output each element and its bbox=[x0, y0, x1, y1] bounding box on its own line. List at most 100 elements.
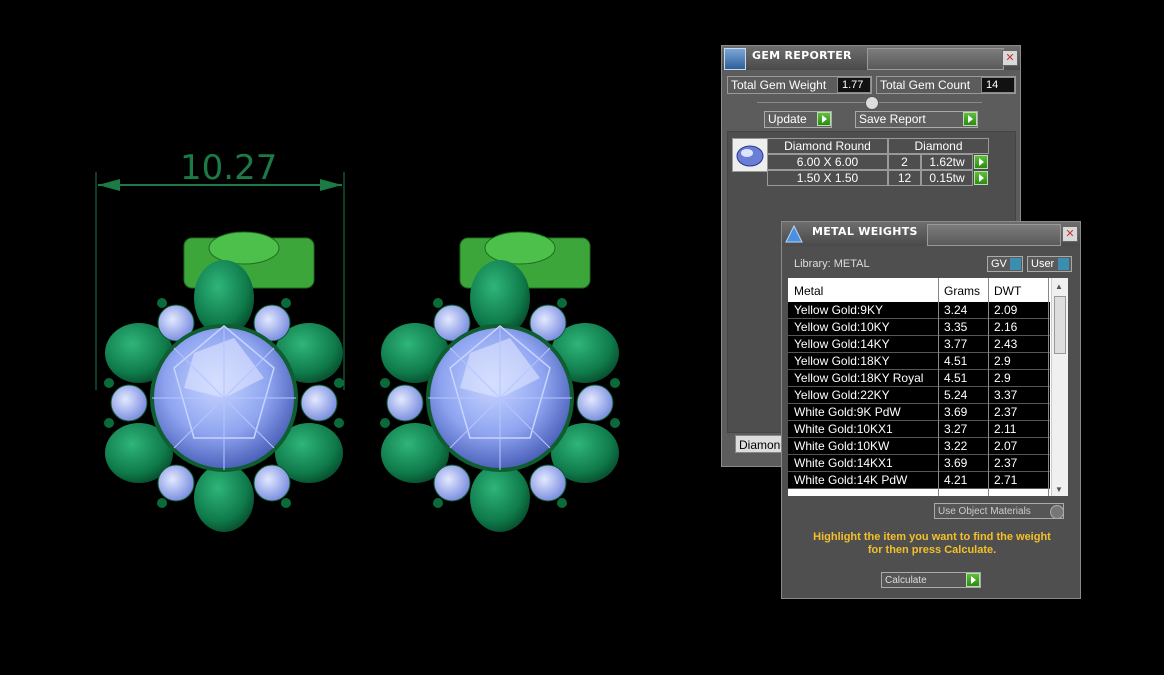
library-label: Library: METAL bbox=[794, 258, 870, 270]
gv-info-icon[interactable] bbox=[1010, 258, 1021, 270]
table-row[interactable]: White Gold:14K PdW 4.21 2.71 bbox=[788, 472, 1050, 489]
slider-handle[interactable] bbox=[865, 96, 879, 110]
left-earring[interactable] bbox=[102, 230, 346, 534]
close-icon[interactable]: ✕ bbox=[1002, 50, 1018, 66]
gem-row-1-size[interactable]: 6.00 X 6.00 bbox=[767, 154, 888, 170]
dimension-label: 10.27 bbox=[180, 148, 278, 188]
table-row[interactable]: White Gold:10KX1 3.27 2.11 bbox=[788, 421, 1050, 438]
table-row[interactable]: White Gold:10KW 3.22 2.07 bbox=[788, 438, 1050, 455]
diamond-icon bbox=[736, 145, 764, 167]
use-object-materials-dropdown[interactable]: Use Object Materials bbox=[934, 503, 1064, 519]
grams-cell: 5.24 bbox=[944, 388, 968, 402]
gem-reporter-titlebar[interactable]: GEM REPORTER ✕ bbox=[722, 46, 1020, 70]
metal-cell: Yellow Gold:10KY bbox=[794, 320, 890, 334]
earring-model-render bbox=[95, 172, 622, 534]
grams-cell: 3.69 bbox=[944, 405, 968, 419]
gem-header-shape: Diamond bbox=[888, 138, 989, 154]
diamond-thumbnail bbox=[732, 138, 768, 172]
metal-table-header: Metal Grams DWT bbox=[788, 278, 1050, 302]
dwt-cell: 2.43 bbox=[994, 337, 1018, 351]
metal-weights-icon bbox=[784, 224, 804, 244]
metal-cell: White Gold:9K PdW bbox=[794, 405, 901, 419]
dwt-cell: 2.16 bbox=[994, 320, 1018, 334]
grams-cell: 3.22 bbox=[944, 439, 968, 453]
grams-cell: 4.21 bbox=[944, 473, 968, 487]
calculate-arrow-icon[interactable] bbox=[966, 573, 980, 587]
metal-cell: Yellow Gold:22KY bbox=[794, 388, 890, 402]
metal-table-scrollbar[interactable]: ▲ ▼ bbox=[1051, 278, 1068, 496]
save-report-label: Save Report bbox=[859, 112, 926, 126]
table-row[interactable]: Yellow Gold:10KY 3.35 2.16 bbox=[788, 319, 1050, 336]
dwt-cell: 2.37 bbox=[994, 405, 1018, 419]
hint-line-1: Highlight the item you want to find the … bbox=[813, 531, 1051, 543]
table-row[interactable]: Yellow Gold:9KY 3.24 2.09 bbox=[788, 302, 1050, 319]
table-row[interactable]: White Gold:9K PdW 3.69 2.37 bbox=[788, 404, 1050, 421]
dwt-cell: 2.37 bbox=[994, 456, 1018, 470]
metal-table: Metal Grams DWT Yellow Gold:9KY 3.24 2.09 Y… bbox=[788, 278, 1068, 496]
save-report-button[interactable]: Save Report bbox=[855, 111, 978, 128]
dwt-cell: 2.07 bbox=[994, 439, 1018, 453]
table-row[interactable]: Yellow Gold:22KY 5.24 3.37 bbox=[788, 387, 1050, 404]
table-row[interactable]: Yellow Gold:14KY 3.77 2.43 bbox=[788, 336, 1050, 353]
hint-line-2: for then press Calculate. bbox=[867, 544, 997, 556]
close-icon[interactable]: ✕ bbox=[1062, 226, 1078, 242]
metal-weights-title: METAL WEIGHTS bbox=[812, 225, 918, 238]
gem-row-1-count: 2 bbox=[888, 154, 921, 170]
scroll-up-icon[interactable]: ▲ bbox=[1055, 282, 1063, 291]
gem-reporter-title: GEM REPORTER bbox=[752, 49, 852, 62]
metal-cell: White Gold:10KW bbox=[794, 439, 890, 453]
grams-cell: 3.35 bbox=[944, 320, 968, 334]
header-grams: Grams bbox=[944, 284, 980, 298]
gem-header-type: Diamond Round bbox=[767, 138, 888, 154]
table-row[interactable]: Yellow Gold:18KY Royal 4.51 2.9 bbox=[788, 370, 1050, 387]
table-row[interactable]: White Gold:14KX1 3.69 2.37 bbox=[788, 455, 1050, 472]
metal-cell: Yellow Gold:14KY bbox=[794, 337, 890, 351]
grams-cell: 4.51 bbox=[944, 371, 968, 385]
settings-icon[interactable] bbox=[1050, 505, 1064, 519]
metal-cell: Yellow Gold:18KY Royal bbox=[794, 371, 924, 385]
scroll-thumb[interactable] bbox=[1054, 296, 1066, 354]
metal-cell: Yellow Gold:18KY bbox=[794, 354, 890, 368]
dwt-cell: 2.11 bbox=[994, 422, 1017, 436]
user-label: User bbox=[1031, 258, 1055, 270]
gem-row-2-count: 12 bbox=[888, 170, 921, 186]
column-divider bbox=[988, 278, 989, 496]
grams-cell: 3.77 bbox=[944, 337, 968, 351]
gem-row-2-size[interactable]: 1.50 X 1.50 bbox=[767, 170, 888, 186]
metal-cell: White Gold:14K PdW bbox=[794, 473, 908, 487]
metal-cell: White Gold:10KX1 bbox=[794, 422, 893, 436]
header-dwt: DWT bbox=[994, 284, 1022, 298]
3d-viewport[interactable]: 10.27 bbox=[0, 0, 720, 675]
metal-cell: Yellow Gold:9KY bbox=[794, 303, 883, 317]
gem-reporter-icon bbox=[724, 48, 746, 70]
scroll-down-icon[interactable]: ▼ bbox=[1055, 485, 1063, 494]
update-arrow-icon[interactable] bbox=[817, 112, 831, 126]
gem-row-2-weight: 0.15tw bbox=[921, 170, 973, 186]
column-divider bbox=[1048, 278, 1049, 496]
update-label: Update bbox=[768, 112, 807, 126]
column-divider bbox=[938, 278, 939, 496]
grams-cell: 3.69 bbox=[944, 456, 968, 470]
gv-label: GV bbox=[991, 258, 1007, 270]
gem-row-2-arrow-icon[interactable] bbox=[974, 171, 988, 185]
grams-cell: 4.51 bbox=[944, 354, 968, 368]
grams-cell: 3.27 bbox=[944, 422, 968, 436]
dwt-cell: 3.37 bbox=[994, 388, 1018, 402]
dwt-cell: 2.71 bbox=[994, 473, 1018, 487]
gem-row-1-arrow-icon[interactable] bbox=[974, 155, 988, 169]
metal-cell: White Gold:14KX1 bbox=[794, 456, 893, 470]
calculate-label: Calculate bbox=[885, 575, 927, 586]
table-row[interactable]: Yellow Gold:18KY 4.51 2.9 bbox=[788, 353, 1050, 370]
total-gem-weight-value: 1.77 bbox=[837, 77, 871, 93]
titlebar-extension bbox=[867, 48, 1004, 70]
save-report-arrow-icon[interactable] bbox=[963, 112, 977, 126]
gem-row-1-weight: 1.62tw bbox=[921, 154, 973, 170]
right-earring[interactable] bbox=[378, 230, 622, 534]
dwt-cell: 2.09 bbox=[994, 303, 1018, 317]
titlebar-extension bbox=[927, 224, 1061, 246]
dwt-cell: 2.9 bbox=[994, 354, 1011, 368]
total-gem-count-value: 14 bbox=[981, 77, 1015, 93]
dwt-cell: 2.9 bbox=[994, 371, 1011, 385]
metal-weights-titlebar[interactable]: METAL WEIGHTS ✕ bbox=[782, 222, 1080, 246]
user-info-icon[interactable] bbox=[1058, 258, 1069, 270]
